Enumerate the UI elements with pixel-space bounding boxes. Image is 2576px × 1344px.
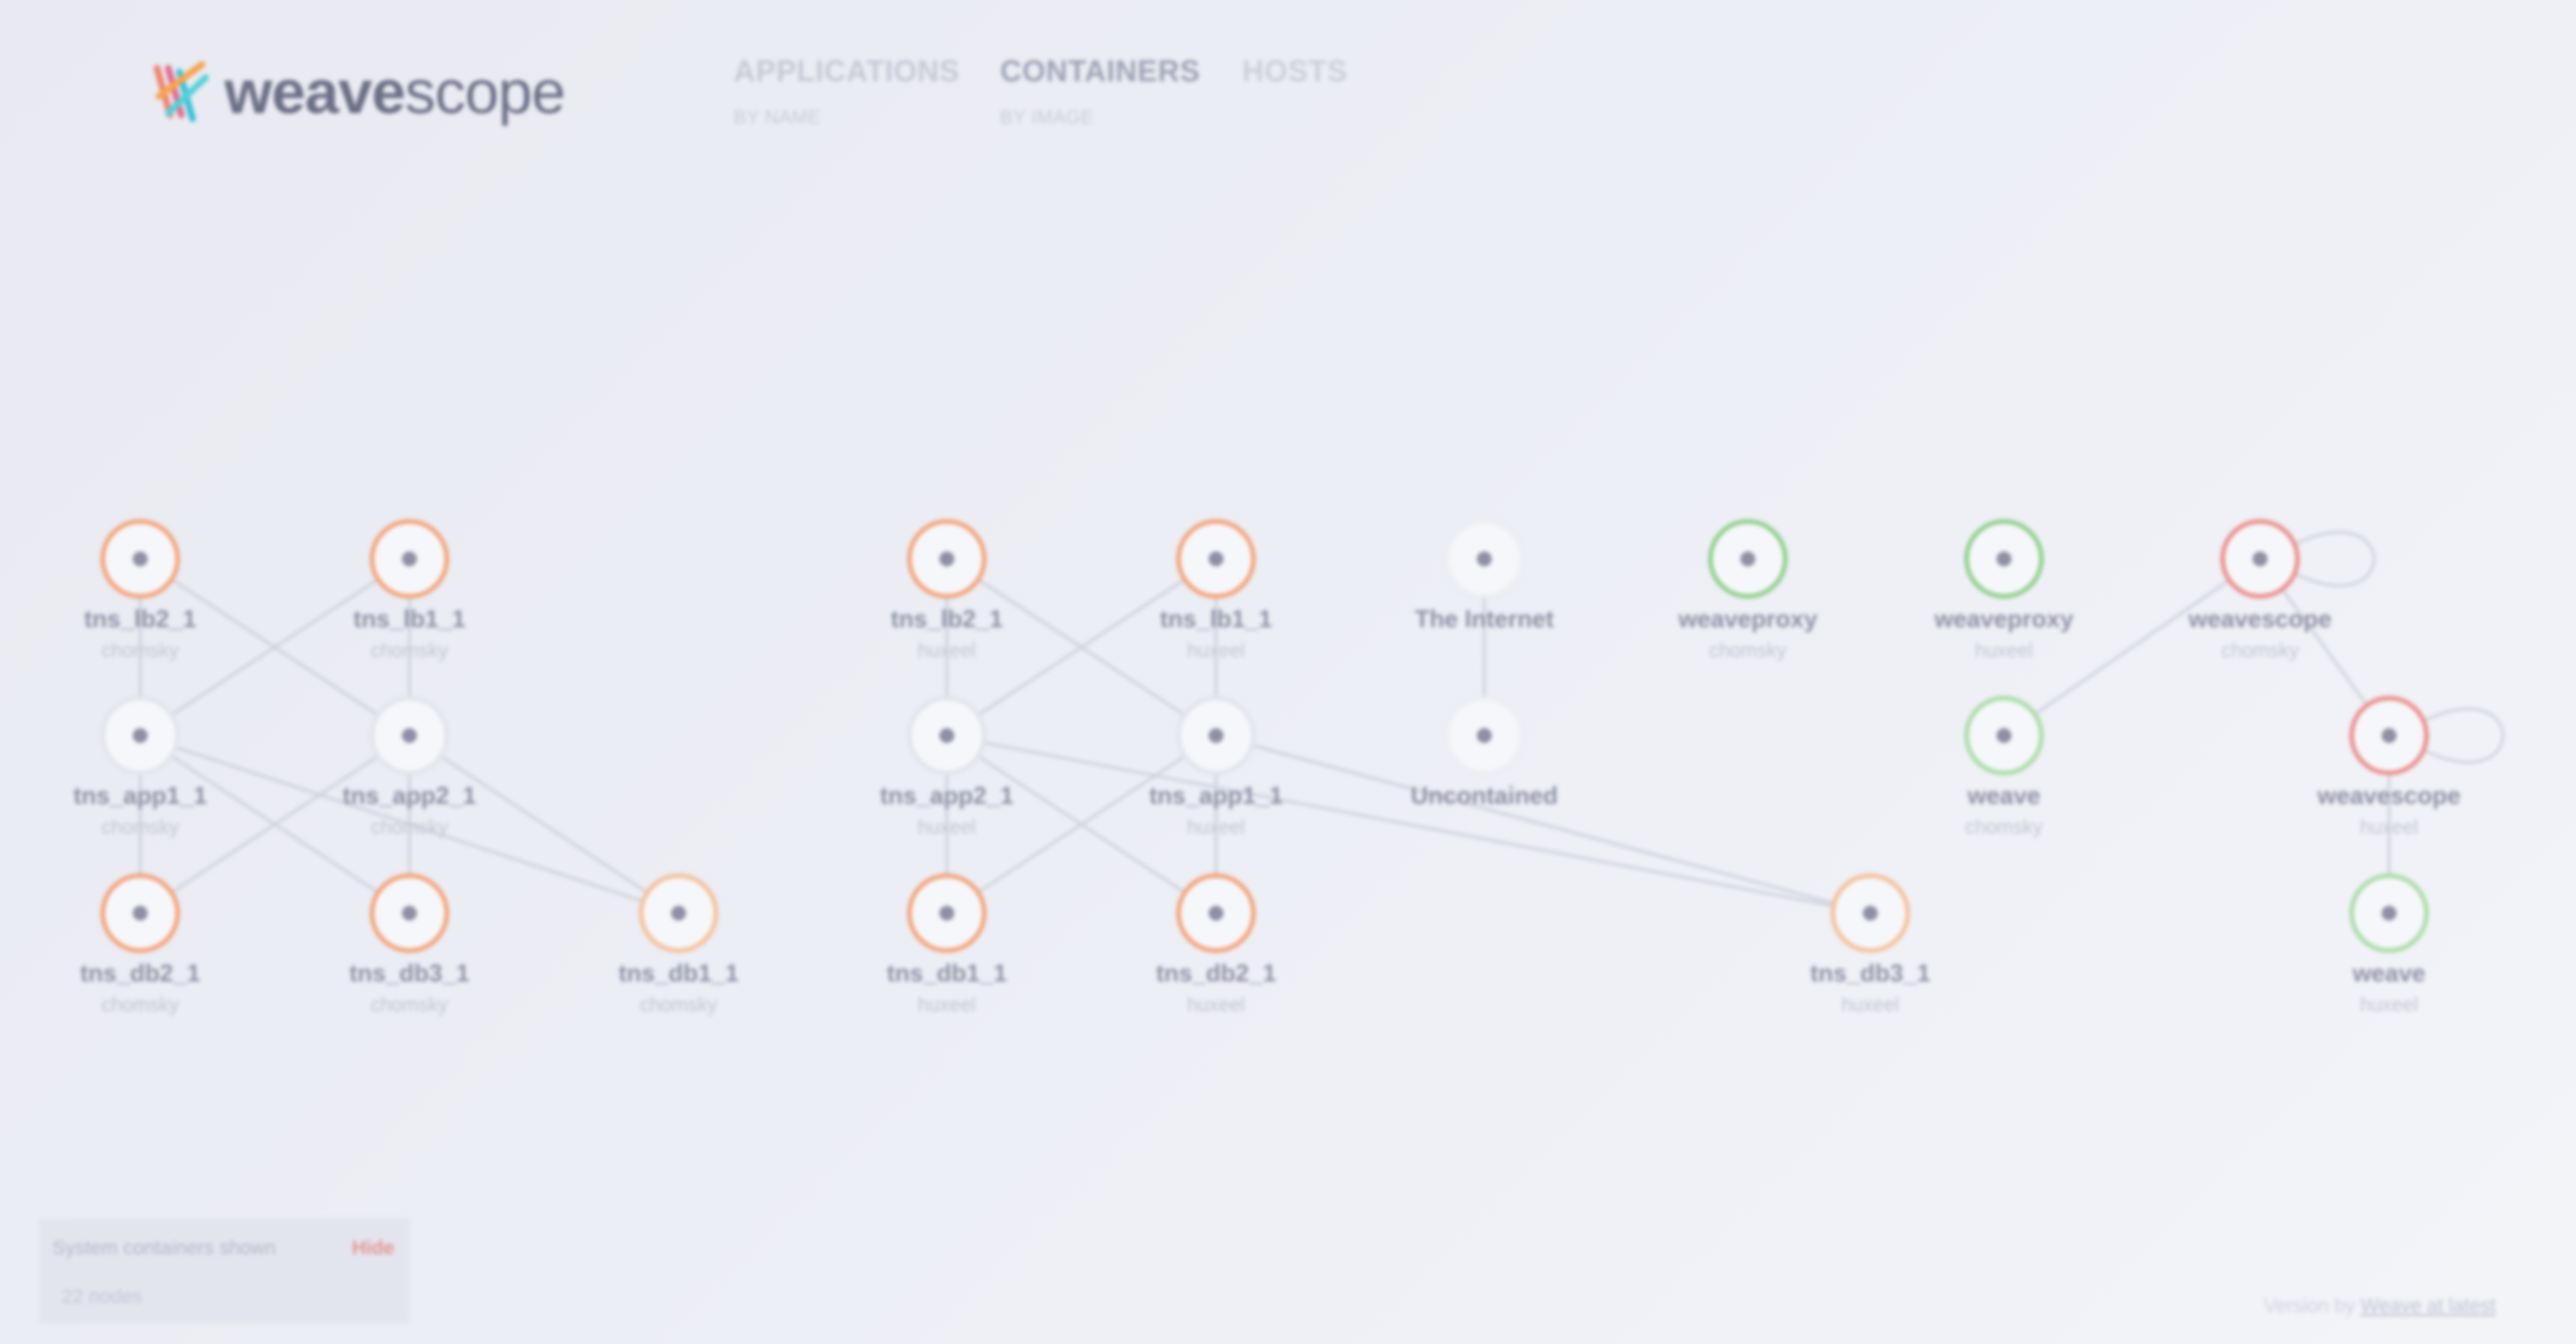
node-center-dot bbox=[2382, 906, 2397, 921]
topology-node[interactable]: Uncontained bbox=[1410, 695, 1558, 809]
topology-node[interactable]: tns_lb2_1huxeel bbox=[891, 519, 1003, 662]
node-host-label: chomsky bbox=[640, 994, 718, 1016]
node-label: tns_app1_1 bbox=[73, 781, 207, 809]
footer-version: Version by Weave at latest bbox=[2264, 1295, 2496, 1318]
topology-node[interactable]: tns_db3_1chomsky bbox=[350, 873, 470, 1016]
topology-node[interactable]: tns_lb1_1chomsky bbox=[353, 519, 465, 662]
node-center-dot bbox=[1209, 728, 1224, 743]
node-host-label: huxeel bbox=[1187, 640, 1245, 662]
graph-edge-loop bbox=[2424, 708, 2505, 764]
graph-edge bbox=[946, 734, 1871, 915]
topology-node[interactable]: tns_app2_1huxeel bbox=[880, 695, 1014, 838]
topology-node[interactable]: tns_db3_1huxeel bbox=[1810, 873, 1931, 1016]
footer-link[interactable]: Weave at latest bbox=[2361, 1295, 2496, 1317]
topology-node[interactable]: tns_db1_1huxeel bbox=[887, 873, 1008, 1016]
node-center-dot bbox=[1477, 728, 1492, 743]
node-center-dot bbox=[1477, 551, 1492, 566]
node-host-label: chomsky bbox=[102, 640, 179, 662]
topology-node[interactable]: tns_app1_1chomsky bbox=[73, 695, 208, 838]
node-host-label: huxeel bbox=[1187, 994, 1245, 1016]
node-host-label: huxeel bbox=[918, 817, 976, 838]
node-host-label: huxeel bbox=[1841, 994, 1899, 1016]
topology-node[interactable]: weaveproxy huxeel bbox=[1934, 519, 2074, 662]
graph-edge bbox=[1215, 734, 1871, 915]
graph-edge-loop bbox=[2295, 531, 2376, 587]
node-center-dot bbox=[1740, 551, 1755, 566]
node-center-dot bbox=[939, 906, 954, 921]
node-center-dot bbox=[133, 906, 148, 921]
node-host-label: huxeel bbox=[1187, 817, 1245, 838]
node-center-dot bbox=[133, 728, 148, 743]
node-center-dot bbox=[2253, 551, 2268, 566]
node-label: weaveproxy bbox=[1678, 605, 1818, 633]
node-label: tns_db1_1 bbox=[619, 959, 739, 987]
node-host-label: chomsky bbox=[371, 817, 449, 838]
node-label: weaveproxy bbox=[1934, 605, 2074, 633]
graph-edge bbox=[408, 734, 680, 915]
hide-system-containers-link[interactable]: Hide bbox=[351, 1237, 394, 1260]
node-center-dot bbox=[402, 728, 417, 743]
system-containers-status: System containers shown bbox=[52, 1237, 277, 1259]
node-center-dot bbox=[1209, 906, 1224, 921]
node-label: tns_lb2_1 bbox=[891, 605, 1003, 633]
node-center-dot bbox=[1996, 728, 2011, 743]
node-center-dot bbox=[671, 906, 686, 921]
topology-node[interactable]: The Internet bbox=[1415, 519, 1554, 633]
topology-node[interactable]: weave chomsky bbox=[1964, 695, 2044, 838]
topology-node[interactable]: weaveproxy chomsky bbox=[1678, 519, 1818, 662]
node-label: tns_app1_1 bbox=[1149, 781, 1282, 809]
node-label: weave bbox=[2352, 959, 2426, 987]
node-label: tns_app2_1 bbox=[880, 781, 1013, 809]
node-host-label: huxeel bbox=[2360, 994, 2418, 1016]
node-host-label: huxeel bbox=[2360, 817, 2418, 838]
node-center-dot bbox=[402, 551, 417, 566]
topology-node[interactable]: weavescope chomsky bbox=[2187, 519, 2332, 662]
node-host-label: huxeel bbox=[1975, 640, 2033, 662]
node-host-label: chomsky bbox=[2222, 640, 2299, 662]
node-center-dot bbox=[1863, 906, 1878, 921]
topology-node[interactable]: tns_lb2_1chomsky bbox=[84, 519, 196, 662]
footer-prefix: Version by bbox=[2263, 1295, 2355, 1317]
node-center-dot bbox=[1996, 551, 2011, 566]
node-label: tns_db2_1 bbox=[80, 959, 201, 987]
node-host-label: chomsky bbox=[102, 994, 179, 1016]
topology-node[interactable]: tns_db1_1chomsky bbox=[619, 873, 739, 1016]
node-center-dot bbox=[402, 906, 417, 921]
node-label: weave bbox=[1967, 781, 2040, 809]
topology-graph: tns_lb2_1chomskytns_lb1_1chomskytns_app1… bbox=[73, 519, 2505, 1016]
node-center-dot bbox=[939, 551, 954, 566]
node-center-dot bbox=[2382, 728, 2397, 743]
node-label: tns_db3_1 bbox=[1810, 959, 1931, 987]
topology-node[interactable]: tns_db2_1chomsky bbox=[80, 873, 201, 1016]
node-label: Uncontained bbox=[1410, 781, 1557, 809]
node-count: 22 nodes bbox=[62, 1286, 143, 1308]
node-host-label: chomsky bbox=[371, 994, 449, 1016]
node-host-label: huxeel bbox=[918, 640, 976, 662]
node-host-label: chomsky bbox=[371, 640, 449, 662]
node-center-dot bbox=[939, 728, 954, 743]
node-label: tns_app2_1 bbox=[342, 781, 476, 809]
node-label: tns_lb2_1 bbox=[84, 605, 196, 633]
node-host-label: chomsky bbox=[1966, 817, 2043, 838]
status-panel: System containers shown Hide 22 nodes bbox=[39, 1219, 409, 1323]
node-label: tns_lb1_1 bbox=[353, 605, 465, 633]
node-label: tns_db1_1 bbox=[887, 959, 1008, 987]
node-label: weavescope bbox=[2316, 781, 2460, 809]
node-label: tns_db2_1 bbox=[1156, 959, 1277, 987]
topology-node[interactable]: weavescope huxeel bbox=[2316, 695, 2461, 838]
topology-node[interactable]: tns_app1_1huxeel bbox=[1149, 695, 1283, 838]
node-label: tns_db3_1 bbox=[350, 959, 470, 987]
node-host-label: huxeel bbox=[918, 994, 976, 1016]
node-host-label: chomsky bbox=[1710, 640, 1787, 662]
node-label: tns_lb1_1 bbox=[1160, 605, 1272, 633]
node-label: The Internet bbox=[1415, 605, 1554, 633]
node-label: weavescope bbox=[2187, 605, 2331, 633]
node-center-dot bbox=[133, 551, 148, 566]
topology-node[interactable]: weave huxeel bbox=[2349, 873, 2429, 1016]
topology-node[interactable]: tns_lb1_1huxeel bbox=[1160, 519, 1272, 662]
node-center-dot bbox=[1209, 551, 1224, 566]
topology-node[interactable]: tns_db2_1huxeel bbox=[1156, 873, 1277, 1016]
topology-node[interactable]: tns_app2_1chomsky bbox=[342, 695, 477, 838]
node-host-label: chomsky bbox=[102, 817, 179, 838]
